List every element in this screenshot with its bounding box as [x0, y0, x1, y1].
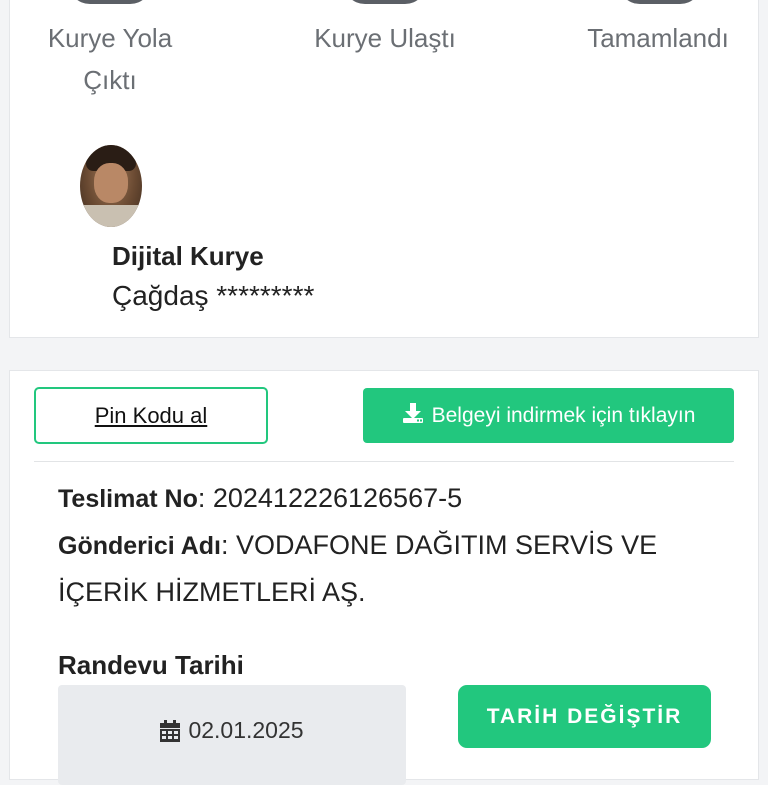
avatar-face — [94, 163, 128, 203]
get-pin-code-button[interactable]: Pin Kodu al — [34, 387, 268, 444]
avatar-shirt — [80, 205, 142, 227]
sender-name-row: Gönderici Adı: VODAFONE DAĞITIM SERVİS V… — [58, 530, 658, 560]
step-label-arrived: Kurye Ulaştı — [300, 17, 470, 59]
step-label-completed: Tamamlandı — [572, 17, 744, 59]
courier-avatar — [80, 145, 142, 227]
step-label-line: Çıktı — [83, 65, 137, 95]
tracking-number-value: 202412226126567-5 — [212, 483, 463, 513]
courier-title: Dijital Kurye — [112, 241, 264, 271]
download-button-label: Belgeyi indirmek için tıklayın — [431, 403, 696, 427]
sender-name-value: VODAFONE DAĞITIM SERVİS VE — [236, 530, 658, 560]
download-document-button[interactable]: Belgeyi indirmek için tıklayın — [363, 388, 734, 443]
sender-name-value-continued: İÇERİK HİZMETLERİ AŞ. — [58, 577, 366, 607]
download-icon — [402, 402, 424, 430]
courier-name: Çağdaş ********* — [112, 280, 315, 311]
step-label-line: Tamamlandı — [587, 23, 729, 53]
tracking-number-label: Teslimat No — [58, 485, 198, 513]
calendar-icon — [160, 717, 181, 785]
appointment-date-field[interactable]: 02.01.2025 — [58, 685, 406, 785]
step-label-line: Kurye Yola — [47, 23, 173, 53]
change-date-button[interactable]: TARİH DEĞİŞTİR — [458, 685, 711, 748]
sender-name-label: Gönderici Adı — [58, 532, 221, 560]
tracking-number-row: Teslimat No: 202412226126567-5 — [58, 483, 463, 513]
appointment-date-value: 02.01.2025 — [188, 717, 304, 743]
divider — [34, 461, 734, 462]
step-label-line: Kurye Ulaştı — [314, 23, 456, 53]
sender-name-row-continued: İÇERİK HİZMETLERİ AŞ. — [58, 577, 366, 608]
pin-button-label: Pin Kodu al — [94, 402, 208, 428]
change-date-label: TARİH DEĞİŞTİR — [486, 704, 683, 728]
step-label-on-the-way: Kurye Yola Çıktı — [30, 17, 190, 101]
appointment-date-label: Randevu Tarihi — [58, 650, 244, 680]
